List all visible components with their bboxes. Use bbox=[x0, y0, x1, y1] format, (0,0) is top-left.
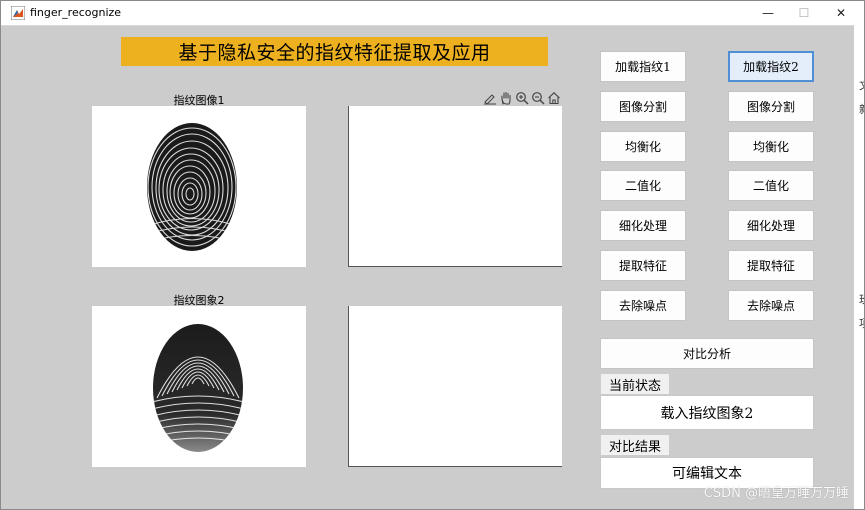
equalize-2-button[interactable]: 均衡化 bbox=[728, 131, 814, 162]
zoom-out-icon[interactable] bbox=[530, 90, 545, 105]
app-banner-title: 基于隐私安全的指纹特征提取及应用 bbox=[121, 37, 548, 66]
maximize-button[interactable]: ☐ bbox=[786, 1, 822, 25]
remove-noise-2-button[interactable]: 去除噪点 bbox=[728, 290, 814, 321]
binarize-1-button[interactable]: 二值化 bbox=[600, 170, 686, 201]
thinning-1-button[interactable]: 细化处理 bbox=[600, 210, 686, 241]
zoom-in-icon[interactable] bbox=[514, 90, 529, 105]
matlab-app-icon bbox=[11, 6, 25, 20]
segment-image-1-button[interactable]: 图像分割 bbox=[600, 91, 686, 122]
minimize-button[interactable]: — bbox=[750, 1, 786, 25]
brush-icon[interactable] bbox=[482, 90, 497, 105]
thinning-2-button[interactable]: 细化处理 bbox=[728, 210, 814, 241]
background-window-edge: 文 新 玫 项 bbox=[853, 25, 864, 509]
title-bar: finger_recognize — ☐ ✕ bbox=[1, 1, 864, 26]
compare-analysis-button[interactable]: 对比分析 bbox=[600, 338, 814, 369]
window-title: finger_recognize bbox=[30, 6, 122, 19]
edge-text-2: 新 bbox=[859, 101, 864, 117]
load-fingerprint-2-button[interactable]: 加载指纹2 bbox=[728, 51, 814, 82]
fingerprint-image-1[interactable] bbox=[92, 106, 306, 267]
edge-text-1: 文 bbox=[859, 77, 864, 93]
fingerprint-1-drawing bbox=[147, 123, 237, 251]
app-window: finger_recognize — ☐ ✕ 文 新 玫 项 基于隐私安全的指纹… bbox=[0, 0, 865, 510]
result-label: 对比结果 bbox=[601, 435, 669, 455]
result-axes-2[interactable] bbox=[348, 306, 562, 467]
extract-features-1-button[interactable]: 提取特征 bbox=[600, 250, 686, 281]
status-value: 载入指纹图象2 bbox=[600, 395, 814, 430]
binarize-2-button[interactable]: 二值化 bbox=[728, 170, 814, 201]
csdn-watermark: CSDN @晤皇万睡万万睡 bbox=[703, 486, 849, 501]
equalize-1-button[interactable]: 均衡化 bbox=[600, 131, 686, 162]
edge-text-3: 玫 bbox=[859, 291, 864, 307]
close-button[interactable]: ✕ bbox=[823, 1, 859, 25]
pan-hand-icon[interactable] bbox=[498, 90, 513, 105]
remove-noise-1-button[interactable]: 去除噪点 bbox=[600, 290, 686, 321]
fingerprint-image-2[interactable] bbox=[92, 306, 306, 467]
load-fingerprint-1-button[interactable]: 加载指纹1 bbox=[600, 51, 686, 82]
status-label: 当前状态 bbox=[601, 374, 669, 394]
segment-image-2-button[interactable]: 图像分割 bbox=[728, 91, 814, 122]
edge-text-4: 项 bbox=[859, 315, 864, 331]
extract-features-2-button[interactable]: 提取特征 bbox=[728, 250, 814, 281]
home-icon[interactable] bbox=[546, 90, 561, 105]
axes-toolbar bbox=[482, 90, 561, 105]
result-axes-1[interactable] bbox=[348, 106, 562, 267]
fingerprint-2-drawing bbox=[153, 324, 243, 452]
